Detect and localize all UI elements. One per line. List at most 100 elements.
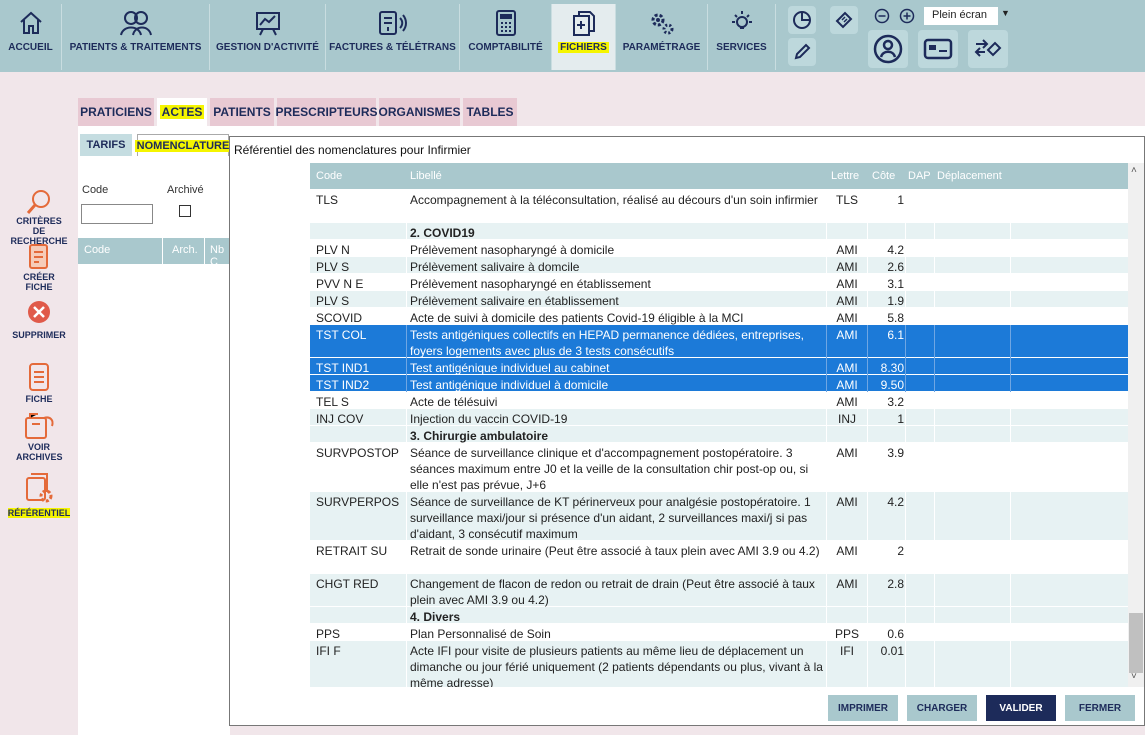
table-row[interactable]: TLS Accompagnement à la téléconsultation,… [310,190,1128,223]
side-label: FICHE [25,394,53,404]
cell-lettre: TLS [835,193,858,207]
table-row[interactable]: TST IND2 Test antigénique individuel à do… [310,375,1128,392]
column-header[interactable]: Lettre [831,170,859,182]
column-header[interactable]: Libellé [410,170,442,182]
cell-libelle: Tests antigéniques collectifs en HEPAD p… [410,328,804,358]
cell-cote: 3.2 [887,395,904,409]
table-row[interactable]: TST COL Tests antigéniques collectifs en … [310,325,1128,358]
table-row[interactable]: SURVPOSTOP Séance de surveillance cliniqu… [310,443,1128,492]
nav-fichiers[interactable]: FICHIERS [552,4,616,70]
cell-libelle: Acte IFI pour visite de plusieurs patien… [410,644,823,687]
stats-button[interactable] [788,6,816,34]
subtab-nomenclature[interactable]: NOMENCLATURE [134,134,232,156]
card-reader-button[interactable] [918,30,958,68]
table-group-row[interactable]: 2. COVID19 [310,223,1128,240]
files-icon [571,4,597,42]
scroll-up-icon[interactable]: ˄ [1131,165,1137,176]
tab-prescripteurs[interactable]: PRESCRIPTEURS [275,98,378,126]
table-row[interactable]: SCOVID Acte de suivi à domicile des patie… [310,308,1128,325]
tab-organismes[interactable]: ORGANISMES [379,98,461,126]
chevron-down-icon[interactable]: ▼ [1001,8,1010,18]
create-record-button[interactable]: CRÉER FICHE [0,242,78,292]
column-header[interactable]: Code [316,170,342,182]
nav-label: COMPTABILITÉ [468,42,543,53]
cell-lettre: AMI [836,577,858,591]
cell-libelle: Prélèvement salivaire à domcile [410,260,580,274]
tag-button[interactable] [830,6,858,34]
table-row[interactable]: PVV N E Prélèvement nasopharyngé en établ… [310,274,1128,291]
table-row[interactable]: PPS Plan Personnalisé de Soin PPS 0.6 [310,624,1128,641]
scroll-thumb[interactable] [1129,613,1143,673]
cell-cote: 2.6 [887,260,904,274]
column-header[interactable]: Côte [872,170,895,182]
referential-button[interactable]: RÉFÉRENTIEL [0,472,78,518]
cell-lettre: AMI [836,311,858,325]
print-button[interactable]: IMPRIMER [828,695,898,721]
side-label: CRÉER FICHE [23,272,55,292]
scroll-down-icon[interactable]: ˅ [1131,671,1137,682]
archive-checkbox[interactable] [179,205,191,217]
cell-cote: 4.2 [887,495,904,509]
code-input[interactable] [81,204,153,224]
tab-praticiens[interactable]: PRATICIENS [78,98,154,126]
table-row[interactable]: PLV S Prélèvement salivaire en établissem… [310,291,1128,308]
nav-parametrage[interactable]: PARAMÉTRAGE [616,4,708,70]
tab-tables[interactable]: TABLES [463,98,517,126]
column-header[interactable]: DAP [908,170,931,182]
zoom-out-icon[interactable] [874,8,890,24]
nav-label: PARAMÉTRAGE [622,42,701,53]
table-row[interactable]: PLV S Prélèvement salivaire à domcile AMI 2… [310,257,1128,274]
nav-patients[interactable]: PATIENTS & TRAITEMENTS [62,4,210,70]
cell-libelle: 3. Chirurgie ambulatoire [410,429,549,443]
cell-lettre: AMI [836,495,858,509]
column-header[interactable]: Nb C [210,244,230,268]
zoom-in-icon[interactable] [899,8,915,24]
table-group-row[interactable]: 4. Divers [310,607,1128,624]
tab-label: PRATICIENS [80,105,152,119]
nav-comptabilite[interactable]: COMPTABILITÉ [460,4,552,70]
nav-label: ACCUEIL [8,42,53,53]
column-header[interactable]: Déplacement [937,170,1002,182]
side-label: RÉFÉRENTIEL [7,508,71,518]
cell-cote: 8.30 [880,361,904,375]
transfer-button[interactable] [968,30,1008,68]
column-header[interactable]: Arch. [172,244,198,256]
table-row[interactable]: INJ COV Injection du vaccin COVID-19 INJ 1 [310,409,1128,426]
table-row[interactable]: CHGT RED Changement de flacon de redon ou… [310,574,1128,607]
close-button[interactable]: FERMER [1065,695,1135,721]
archive-icon [22,412,56,442]
subtab-tarifs[interactable]: TARIFS [80,134,132,156]
table-row[interactable]: TST IND1 Test antigénique individuel au c… [310,358,1128,375]
cell-cote: 2 [897,544,904,558]
edit-button[interactable] [788,38,816,66]
tab-actes[interactable]: ACTES [157,98,207,126]
side-label: SUPPRIMER [12,330,66,340]
record-button[interactable]: FICHE [0,360,78,404]
tab-patients[interactable]: PATIENTS [210,98,274,126]
column-header[interactable]: Code [84,244,110,256]
user-account-button[interactable] [868,30,908,68]
document-icon [26,360,52,394]
nav-factures[interactable]: FACTURES & TÉLÉTRANS [326,4,460,70]
delete-icon [25,298,53,326]
cell-libelle: Prélèvement nasopharyngé en établissemen… [410,277,651,291]
nav-gestion[interactable]: GESTION D'ACTIVITÉ [210,4,326,70]
nav-services[interactable]: SERVICES [708,4,776,70]
table-row[interactable]: RETRAIT SU Retrait de sonde urinaire (Peu… [310,541,1128,574]
load-button[interactable]: CHARGER [907,695,977,721]
table-row[interactable]: PLV N Prélèvement nasopharyngé à domicile… [310,240,1128,257]
table-row[interactable]: TEL S Acte de télésuivi AMI 3.2 [310,392,1128,409]
cell-libelle: Prélèvement salivaire en établissement [410,294,619,308]
cell-cote: 4.2 [887,243,904,257]
nav-accueil[interactable]: ACCUEIL [0,4,62,70]
results-table-header: Code Arch. Nb C [78,238,230,268]
search-criteria-button[interactable]: CRITÈRES DE RECHERCHE [0,188,78,246]
fullscreen-select[interactable]: Plein écran [924,7,998,25]
vertical-scrollbar[interactable]: ˄ ˅ [1128,163,1144,687]
view-archives-button[interactable]: VOIR ARCHIVES [0,412,78,462]
table-row[interactable]: SURVPERPOS Séance de surveillance de KT p… [310,492,1128,541]
table-row[interactable]: IFI F Acte IFI pour visite de plusieurs p… [310,641,1128,687]
delete-button[interactable]: SUPPRIMER [0,298,78,340]
validate-button[interactable]: VALIDER [986,695,1056,721]
table-group-row[interactable]: 3. Chirurgie ambulatoire [310,426,1128,443]
